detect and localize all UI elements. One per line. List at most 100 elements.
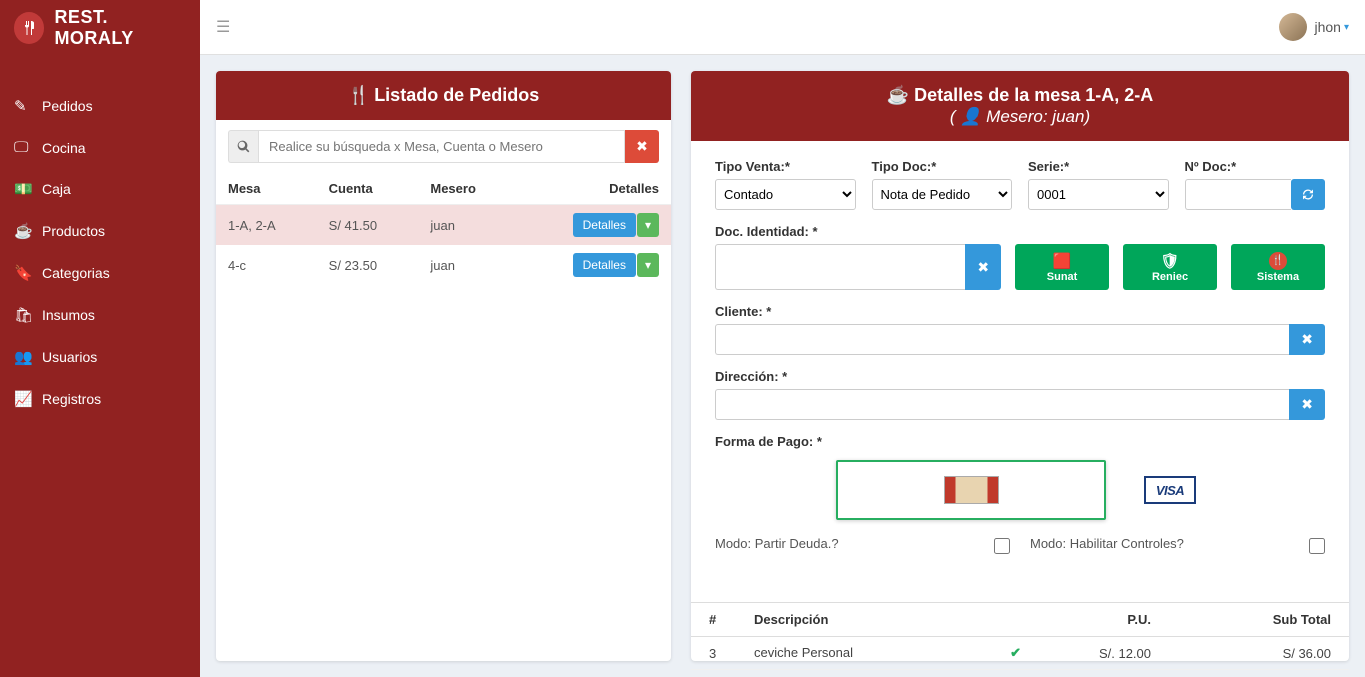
col-num: # bbox=[691, 603, 736, 637]
direccion-input[interactable] bbox=[715, 389, 1289, 420]
clear-direccion-button[interactable]: ✖ bbox=[1289, 389, 1325, 420]
cell-mesero: juan bbox=[418, 245, 516, 285]
users-icon: 👥 bbox=[14, 348, 42, 366]
sidebar: REST. MORALY ✎ Pedidos 🖵 Cocina 💵 Caja ☕… bbox=[0, 0, 200, 677]
reniec-icon: 🛡 bbox=[1161, 252, 1180, 270]
brand-name: REST. MORALY bbox=[54, 7, 186, 49]
detail-dropdown-button[interactable]: ▾ bbox=[637, 253, 659, 277]
clear-doc-button[interactable]: ✖ bbox=[965, 244, 1001, 290]
avatar bbox=[1279, 13, 1307, 41]
serie-select[interactable]: 0001 bbox=[1028, 179, 1169, 210]
nav-productos[interactable]: ☕ Productos bbox=[0, 210, 200, 252]
label-tipo-venta: Tipo Venta:* bbox=[715, 159, 856, 174]
cell-cuenta: S/ 41.50 bbox=[317, 205, 419, 246]
nav-label: Categorias bbox=[42, 265, 110, 281]
main-nav: ✎ Pedidos 🖵 Cocina 💵 Caja ☕ Productos 🔖 … bbox=[0, 55, 200, 420]
cell-pu: S/. 12.00 bbox=[1039, 637, 1169, 670]
modo-partir-checkbox[interactable] bbox=[994, 538, 1010, 554]
nav-label: Insumos bbox=[42, 307, 95, 323]
sistema-button[interactable]: 🍴Sistema bbox=[1231, 244, 1325, 290]
brand-logo: REST. MORALY bbox=[0, 0, 200, 55]
detail-dropdown-button[interactable]: ▾ bbox=[637, 213, 659, 237]
topbar: ☰ jhon ▾ bbox=[200, 0, 1365, 55]
detail-button[interactable]: Detalles bbox=[573, 213, 636, 237]
label-cliente: Cliente: * bbox=[715, 304, 1325, 319]
pay-cash-option[interactable] bbox=[836, 460, 1106, 520]
orders-panel: 🍴Listado de Pedidos ✖ Mesa Cuenta Mesero bbox=[216, 71, 671, 661]
label-doc-identidad: Doc. Identidad: * bbox=[715, 224, 1325, 239]
cash-bill-icon bbox=[944, 476, 999, 504]
item-row: 3 ceviche Personal✔ S/. 12.00 S/ 36.00 bbox=[691, 637, 1349, 670]
nav-label: Pedidos bbox=[42, 98, 93, 114]
ndoc-input[interactable] bbox=[1185, 179, 1292, 210]
cell-sub: S/ 2.00 bbox=[1169, 670, 1349, 677]
user-name: jhon bbox=[1315, 19, 1341, 35]
modo-habilitar-checkbox[interactable] bbox=[1309, 538, 1325, 554]
detail-button[interactable]: Detalles bbox=[573, 253, 636, 277]
fork-knife-icon bbox=[14, 12, 44, 44]
label-serie: Serie:* bbox=[1028, 159, 1169, 174]
label-direccion: Dirección: * bbox=[715, 369, 1325, 384]
search-input[interactable] bbox=[258, 130, 625, 163]
basket-icon: 🛍 bbox=[14, 306, 42, 324]
waiter-icon: 👤 bbox=[960, 107, 986, 126]
cash-icon: 💵 bbox=[14, 180, 42, 198]
nav-registros[interactable]: 📈 Registros bbox=[0, 378, 200, 420]
cell-cuenta: S/ 23.50 bbox=[317, 245, 419, 285]
nav-usuarios[interactable]: 👥 Usuarios bbox=[0, 336, 200, 378]
col-mesero: Mesero bbox=[418, 173, 516, 205]
nav-caja[interactable]: 💵 Caja bbox=[0, 168, 200, 210]
details-panel-header: ☕ Detalles de la mesa 1-A, 2-A ( 👤 Meser… bbox=[691, 71, 1349, 141]
items-table: # Descripción P.U. Sub Total 3 ceviche P… bbox=[691, 602, 1349, 677]
col-cuenta: Cuenta bbox=[317, 173, 419, 205]
reniec-button[interactable]: 🛡Reniec bbox=[1123, 244, 1217, 290]
nav-insumos[interactable]: 🛍 Insumos bbox=[0, 294, 200, 336]
orders-title: Listado de Pedidos bbox=[374, 85, 539, 105]
cliente-input[interactable] bbox=[715, 324, 1289, 355]
nav-label: Productos bbox=[42, 223, 105, 239]
chart-icon: 📈 bbox=[14, 390, 42, 408]
doc-identidad-input[interactable] bbox=[715, 244, 965, 290]
check-icon: ✔ bbox=[1010, 645, 1021, 661]
clear-cliente-button[interactable]: ✖ bbox=[1289, 324, 1325, 355]
label-modo-habilitar: Modo: Habilitar Controles? bbox=[1030, 536, 1295, 551]
nav-label: Caja bbox=[42, 181, 71, 197]
sunat-icon: 🟥 bbox=[1053, 252, 1072, 270]
nav-categorias[interactable]: 🔖 Categorias bbox=[0, 252, 200, 294]
tipo-venta-select[interactable]: Contado bbox=[715, 179, 856, 210]
col-desc: Descripción bbox=[736, 603, 1039, 637]
cell-desc: ceviche Personal✔ bbox=[736, 637, 1039, 670]
tag-icon: 🔖 bbox=[14, 264, 42, 282]
cup-icon: ☕ bbox=[14, 222, 42, 240]
clear-search-button[interactable]: ✖ bbox=[625, 130, 659, 163]
nav-pedidos[interactable]: ✎ Pedidos bbox=[0, 85, 200, 127]
label-modo-partir: Modo: Partir Deuda.? bbox=[715, 536, 980, 551]
user-menu[interactable]: jhon ▾ bbox=[1279, 13, 1350, 41]
nav-label: Usuarios bbox=[42, 349, 97, 365]
details-panel: ☕ Detalles de la mesa 1-A, 2-A ( 👤 Meser… bbox=[691, 71, 1349, 661]
pay-visa-option[interactable]: VISA bbox=[1136, 460, 1204, 520]
orders-table: Mesa Cuenta Mesero Detalles 1-A, 2-A S/ … bbox=[216, 173, 671, 285]
cell-sub: S/ 36.00 bbox=[1169, 637, 1349, 670]
tipo-doc-select[interactable]: Nota de Pedido bbox=[872, 179, 1013, 210]
refresh-button[interactable] bbox=[1291, 179, 1325, 210]
cell-num: 3 bbox=[691, 637, 736, 670]
cell-pu: S/. 2.00 bbox=[1039, 670, 1169, 677]
cell-mesa: 1-A, 2-A bbox=[216, 205, 317, 246]
cup-icon: ☕ bbox=[887, 85, 914, 105]
col-detalles: Detalles bbox=[516, 173, 671, 205]
chevron-down-icon: ▾ bbox=[1344, 22, 1349, 33]
label-forma-pago: Forma de Pago: * bbox=[715, 434, 1325, 449]
order-row[interactable]: 4-c S/ 23.50 juan Detalles ▾ bbox=[216, 245, 671, 285]
sunat-button[interactable]: 🟥Sunat bbox=[1015, 244, 1109, 290]
edit-icon: ✎ bbox=[14, 97, 42, 115]
details-title: Detalles de la mesa 1-A, 2-A bbox=[914, 85, 1153, 105]
fork-knife-icon: 🍴 bbox=[348, 85, 370, 105]
visa-icon: VISA bbox=[1144, 476, 1196, 504]
item-row: 1 fanta x 1/2 Litro✔ S/. 2.00 S/ 2.00 bbox=[691, 670, 1349, 677]
col-mesa: Mesa bbox=[216, 173, 317, 205]
toggle-sidebar-button[interactable]: ☰ bbox=[216, 17, 230, 37]
order-row[interactable]: 1-A, 2-A S/ 41.50 juan Detalles ▾ bbox=[216, 205, 671, 246]
monitor-icon: 🖵 bbox=[14, 139, 42, 156]
nav-cocina[interactable]: 🖵 Cocina bbox=[0, 127, 200, 168]
